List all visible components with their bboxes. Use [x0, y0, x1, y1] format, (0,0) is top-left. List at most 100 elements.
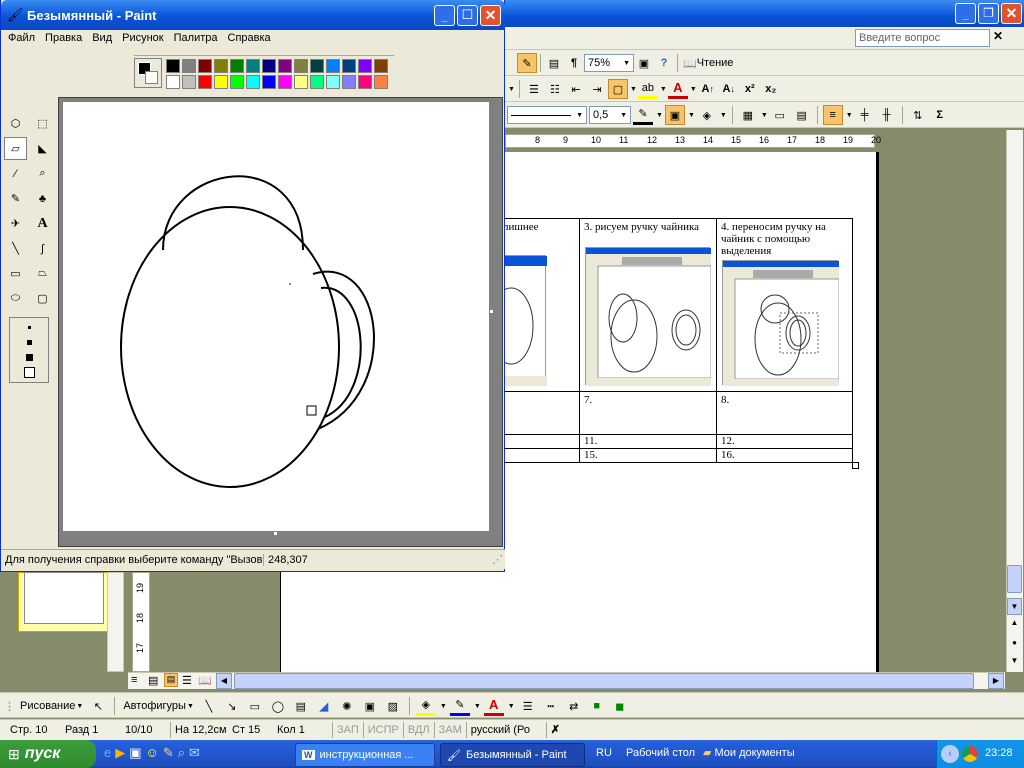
- sort-icon[interactable]: ⇅: [908, 105, 928, 125]
- menu-edit[interactable]: Правка: [40, 30, 87, 48]
- free-select-icon[interactable]: ⬡: [4, 112, 27, 135]
- resize-grip-icon[interactable]: ⋰: [492, 553, 503, 566]
- airbrush-icon[interactable]: ✈: [4, 212, 27, 235]
- tool-options[interactable]: [9, 317, 49, 383]
- help-close-icon[interactable]: ✕: [993, 29, 1003, 43]
- magnifier-icon[interactable]: ⌕: [31, 162, 54, 185]
- select-objects-icon[interactable]: ↖: [88, 696, 108, 716]
- palette-swatch[interactable]: [230, 59, 244, 73]
- palette-swatch[interactable]: [246, 59, 260, 73]
- palette-swatch[interactable]: [246, 75, 260, 89]
- word-maximize-button[interactable]: ❐: [978, 3, 999, 24]
- insert-picture-icon[interactable]: ▨: [383, 696, 403, 716]
- border-color-icon[interactable]: ✎: [633, 105, 653, 125]
- line-color-icon[interactable]: ✎: [449, 696, 470, 716]
- palette-swatch[interactable]: [358, 59, 372, 73]
- search-quick-icon[interactable]: ⌕: [178, 745, 185, 761]
- prev-page-button[interactable]: ▲: [1007, 618, 1022, 634]
- wordart-icon[interactable]: ◢: [314, 696, 334, 716]
- hscroll-right-button[interactable]: ▶: [988, 673, 1004, 689]
- palette-swatch[interactable]: [374, 75, 388, 89]
- brush-icon[interactable]: ♣: [31, 187, 54, 210]
- palette-swatch[interactable]: [294, 75, 308, 89]
- autosum-icon[interactable]: Σ: [930, 105, 950, 125]
- palette-swatch[interactable]: [214, 59, 228, 73]
- font-color-icon[interactable]: A: [667, 79, 688, 99]
- palette-swatch[interactable]: [358, 75, 372, 89]
- hscroll-thumb[interactable]: [234, 673, 974, 689]
- clipart-icon[interactable]: ▣: [360, 696, 380, 716]
- table-cell-r2c3[interactable]: 8.: [716, 391, 853, 435]
- ellipse-icon[interactable]: ⬭: [4, 287, 27, 310]
- scroll-down-button[interactable]: ▼: [1007, 598, 1022, 615]
- web-view-icon[interactable]: ▤: [148, 674, 158, 687]
- line-icon[interactable]: ╲: [4, 237, 27, 260]
- my-documents-toolbar[interactable]: ▰ Мои документы: [703, 746, 795, 760]
- subscript-icon[interactable]: x₂: [761, 79, 781, 99]
- increase-indent-icon[interactable]: ⇥: [587, 79, 607, 99]
- arrow-style-icon[interactable]: ⇄: [564, 696, 584, 716]
- help-icon[interactable]: ▣: [634, 53, 654, 73]
- tray-expand-icon[interactable]: ‹: [941, 745, 959, 763]
- rectangle-icon[interactable]: ▭: [4, 262, 27, 285]
- palette-swatch[interactable]: [326, 59, 340, 73]
- dash-style-icon[interactable]: ┅: [541, 696, 561, 716]
- status-ovr[interactable]: ЗАМ: [433, 722, 466, 738]
- color-picker-icon[interactable]: ⁄: [4, 162, 27, 185]
- print-view-icon[interactable]: ▤: [164, 673, 178, 687]
- 3d-icon[interactable]: ◼: [610, 696, 630, 716]
- menu-colors[interactable]: Палитра: [169, 30, 223, 48]
- diagram-icon[interactable]: ✺: [337, 696, 357, 716]
- draw-line-icon[interactable]: ╲: [199, 696, 219, 716]
- reading-view-icon[interactable]: 📖: [198, 674, 212, 687]
- draw-rectangle-icon[interactable]: ▭: [245, 696, 265, 716]
- menu-image[interactable]: Рисунок: [117, 30, 169, 48]
- draw-oval-icon[interactable]: ◯: [268, 696, 288, 716]
- media-player-icon[interactable]: ▶: [115, 745, 125, 761]
- explorer-icon[interactable]: ▣: [129, 745, 141, 761]
- messenger-icon[interactable]: ☺: [146, 745, 159, 761]
- outlook-icon[interactable]: ✉: [189, 745, 200, 761]
- chrome-tray-icon[interactable]: [962, 746, 978, 762]
- grow-font-icon[interactable]: A ↑: [698, 79, 718, 99]
- palette-swatch[interactable]: [262, 75, 276, 89]
- start-button[interactable]: ⊞ пуск: [0, 740, 96, 768]
- language-indicator[interactable]: RU: [596, 747, 612, 759]
- distribute-rows-icon[interactable]: ╪: [855, 105, 875, 125]
- menu-help[interactable]: Справка: [223, 30, 276, 48]
- palette-swatch[interactable]: [310, 75, 324, 89]
- palette-swatch[interactable]: [166, 75, 180, 89]
- normal-view-icon[interactable]: ≡: [131, 674, 137, 686]
- decrease-indent-icon[interactable]: ⇤: [566, 79, 586, 99]
- palette-swatch[interactable]: [182, 59, 196, 73]
- word-close-button[interactable]: ✕: [1001, 3, 1022, 24]
- palette-swatch[interactable]: [342, 75, 356, 89]
- draw-arrow-icon[interactable]: ↘: [222, 696, 242, 716]
- palette-swatch[interactable]: [182, 75, 196, 89]
- table-cell-r2c2[interactable]: 7.: [579, 391, 717, 435]
- research-icon[interactable]: ✎: [517, 53, 537, 73]
- left-scrollbar[interactable]: [107, 572, 124, 672]
- scroll-thumb[interactable]: [1007, 565, 1022, 593]
- paint-quick-icon[interactable]: ✎: [163, 745, 174, 761]
- table-cell-r3c2[interactable]: 11.: [579, 434, 717, 449]
- spelling-icon[interactable]: ✗: [545, 722, 586, 738]
- palette-swatch[interactable]: [278, 59, 292, 73]
- desktop-toolbar[interactable]: Рабочий стол: [626, 747, 695, 759]
- draw-font-color-icon[interactable]: A: [483, 696, 504, 716]
- table-cell-r3c1[interactable]: [498, 434, 580, 449]
- paint-minimize-button[interactable]: _: [434, 5, 455, 26]
- task-paint[interactable]: 🖌 Безымянный - Paint: [440, 743, 585, 767]
- outline-view-icon[interactable]: ☰: [182, 674, 192, 687]
- table-resize-handle[interactable]: [852, 462, 859, 469]
- bullets-icon[interactable]: ☷: [545, 79, 565, 99]
- table-cell-r3c3[interactable]: 12.: [716, 434, 853, 449]
- thumbnail-page[interactable]: [24, 572, 104, 624]
- paint-maximize-button[interactable]: ☐: [457, 5, 478, 26]
- table-cell-r4c3[interactable]: 16.: [716, 448, 853, 463]
- paint-close-button[interactable]: ✕: [480, 5, 501, 26]
- help-search-input[interactable]: Введите вопрос: [855, 29, 990, 47]
- fill-color-icon[interactable]: ◈: [415, 696, 436, 716]
- show-formatting-icon[interactable]: ¶: [564, 53, 584, 73]
- split-cells-icon[interactable]: ▤: [792, 105, 812, 125]
